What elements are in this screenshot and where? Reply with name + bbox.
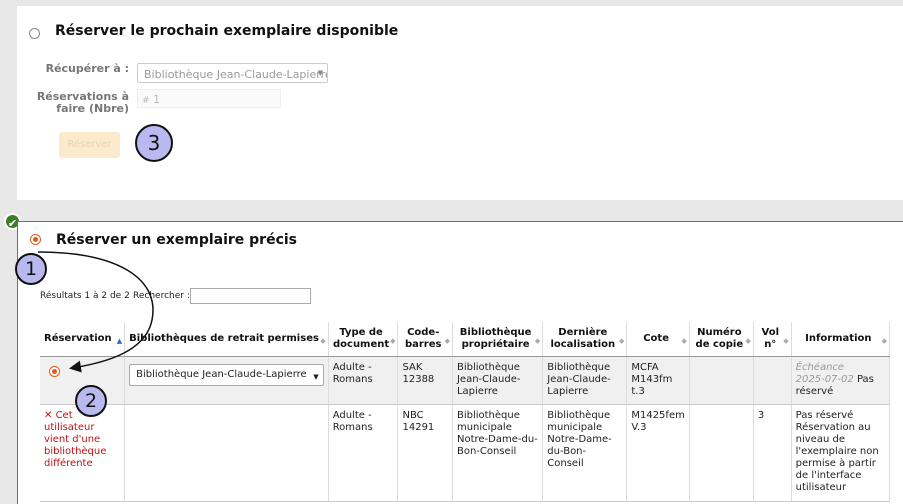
annotation-marker-3: 3 bbox=[135, 124, 173, 162]
annotation-marker-1: 1 bbox=[15, 253, 47, 285]
annotation-marker-2: 2 bbox=[75, 385, 107, 417]
annotation-arrow bbox=[37, 251, 154, 373]
